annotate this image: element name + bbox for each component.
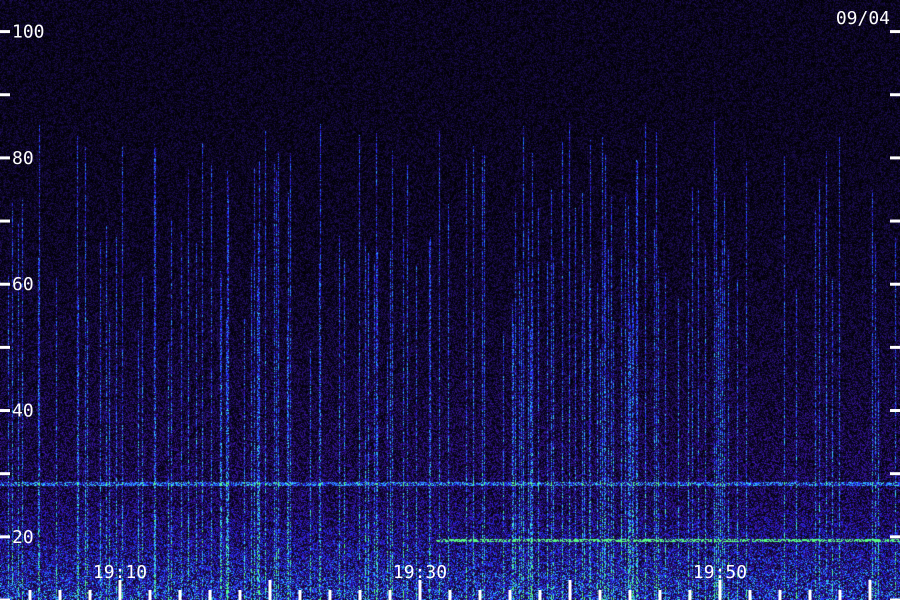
y-axis-right: [890, 30, 900, 600]
x-axis: 19:10 19:30 19:50: [28, 562, 872, 600]
x-tick-label: 19:10: [93, 562, 147, 583]
x-tick-label: 19:30: [393, 562, 447, 583]
y-tick-label: 60: [12, 274, 34, 295]
y-tick-label: 100: [12, 22, 45, 43]
chart-overlay: 100 80 60 40 20 19:10 19:30 19:50 09/04: [0, 8, 900, 600]
date-label: 09/04: [836, 8, 890, 29]
y-tick-label: 80: [12, 148, 34, 169]
y-tick-label: 40: [12, 401, 34, 422]
x-tick-label: 19:50: [693, 562, 747, 583]
y-tick-label: 20: [12, 527, 34, 548]
y-axis-left: 100 80 60 40 20: [0, 22, 45, 600]
